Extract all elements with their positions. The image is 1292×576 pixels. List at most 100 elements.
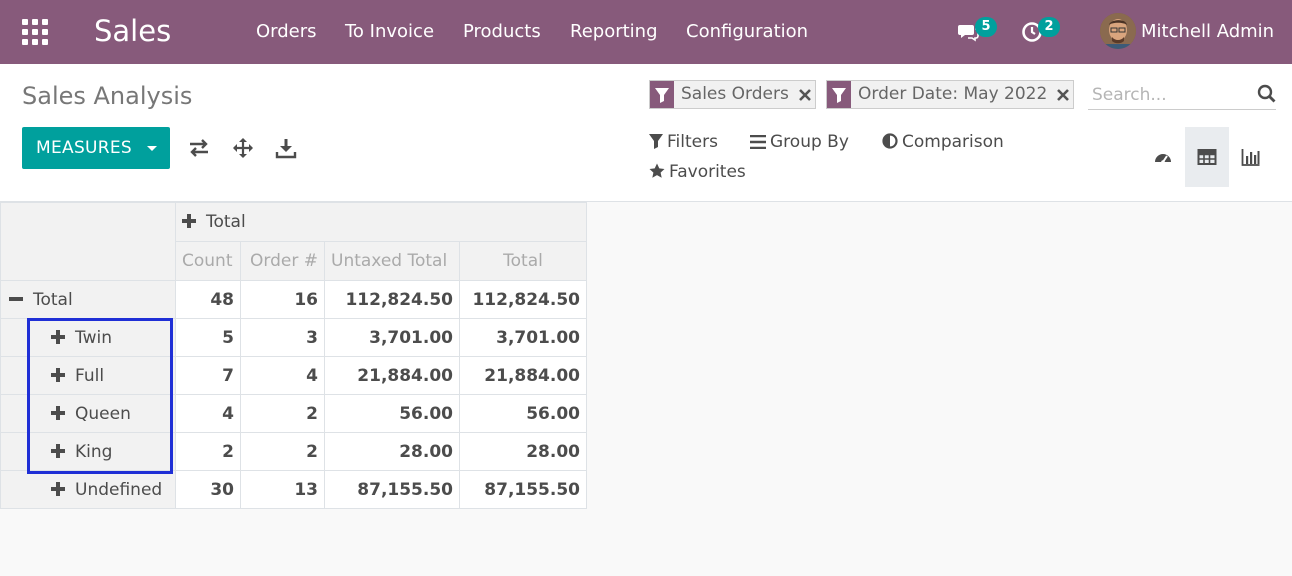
bar-chart-icon <box>1241 149 1260 166</box>
apps-menu-icon[interactable] <box>22 19 48 45</box>
menu-orders[interactable]: Orders <box>256 21 317 42</box>
cell-untaxed-total[interactable]: 56.00 <box>324 394 460 433</box>
row-label: Twin <box>75 327 112 348</box>
top-navbar: Sales Orders To Invoice Products Reporti… <box>0 0 1292 64</box>
cell-order-count[interactable]: 16 <box>240 280 325 319</box>
filters-toggle[interactable]: Filters <box>649 132 718 152</box>
measure-header-order-count[interactable]: Order # <box>240 241 325 281</box>
dashboard-icon <box>1155 154 1171 164</box>
cell-count[interactable]: 48 <box>175 280 241 319</box>
close-icon[interactable] <box>795 81 815 108</box>
row-header-total[interactable]: Total <box>0 280 176 319</box>
groupby-label: Group By <box>770 132 849 152</box>
user-avatar[interactable] <box>1100 13 1136 49</box>
search-icon[interactable] <box>1257 84 1277 104</box>
star-icon <box>649 163 665 178</box>
plus-icon <box>51 443 65 458</box>
facet-label: Sales Orders <box>681 84 789 104</box>
cell-untaxed-total[interactable]: 87,155.50 <box>324 470 460 509</box>
row-label: Total <box>33 289 73 310</box>
cell-total[interactable]: 28.00 <box>459 432 587 471</box>
menu-to-invoice[interactable]: To Invoice <box>345 21 434 42</box>
graph-view-button[interactable] <box>1229 127 1273 187</box>
cell-order-count[interactable]: 4 <box>240 356 325 395</box>
list-icon <box>750 134 766 150</box>
activities-badge: 2 <box>1038 17 1060 37</box>
row-header-twin[interactable]: Twin <box>0 318 176 357</box>
table-row: Full 7 4 21,884.00 21,884.00 <box>0 356 587 395</box>
measure-header-total[interactable]: Total <box>459 241 587 281</box>
cell-count[interactable]: 2 <box>175 432 241 471</box>
facet-label: Order Date: May 2022 <box>858 84 1048 104</box>
measures-button[interactable]: MEASURES <box>22 127 170 169</box>
comparison-label: Comparison <box>902 132 1004 152</box>
comparison-toggle[interactable]: Comparison <box>882 132 1004 152</box>
table-icon <box>1197 149 1217 165</box>
download-icon[interactable] <box>274 136 298 160</box>
cell-untaxed-total[interactable]: 28.00 <box>324 432 460 471</box>
row-header-full[interactable]: Full <box>0 356 176 395</box>
cell-untaxed-total[interactable]: 21,884.00 <box>324 356 460 395</box>
measure-header-untaxed-total[interactable]: Untaxed Total <box>324 241 460 281</box>
app-name[interactable]: Sales <box>94 14 171 48</box>
filters-label: Filters <box>667 132 718 152</box>
table-row: King 2 2 28.00 28.00 <box>0 432 587 471</box>
cell-untaxed-total[interactable]: 112,824.50 <box>324 280 460 319</box>
filter-icon <box>649 134 663 149</box>
favorites-toggle[interactable]: Favorites <box>649 162 746 182</box>
menu-products[interactable]: Products <box>463 21 541 42</box>
table-row: Twin 5 3 3,701.00 3,701.00 <box>0 318 587 357</box>
cell-order-count[interactable]: 2 <box>240 394 325 433</box>
messages-badge: 5 <box>975 17 997 37</box>
dashboard-view-button[interactable] <box>1141 127 1185 187</box>
cell-total[interactable]: 112,824.50 <box>459 280 587 319</box>
plus-icon <box>51 405 65 420</box>
table-row: Total 48 16 112,824.50 112,824.50 <box>0 280 587 319</box>
plus-icon <box>51 329 65 344</box>
filter-icon <box>650 81 674 108</box>
pivot-view-button[interactable] <box>1185 127 1229 187</box>
plus-icon <box>51 367 65 382</box>
row-header-queen[interactable]: Queen <box>0 394 176 433</box>
cell-order-count[interactable]: 2 <box>240 432 325 471</box>
cell-order-count[interactable]: 3 <box>240 318 325 357</box>
cell-total[interactable]: 21,884.00 <box>459 356 587 395</box>
caret-down-icon <box>147 146 157 151</box>
filter-icon <box>827 81 851 108</box>
row-header-undefined[interactable]: Undefined <box>0 470 176 509</box>
menu-reporting[interactable]: Reporting <box>570 21 658 42</box>
row-label: Full <box>75 365 105 386</box>
cell-count[interactable]: 30 <box>175 470 241 509</box>
row-header-king[interactable]: King <box>0 432 176 471</box>
cell-untaxed-total[interactable]: 3,701.00 <box>324 318 460 357</box>
cell-count[interactable]: 7 <box>175 356 241 395</box>
expand-all-icon[interactable] <box>231 136 255 160</box>
measure-header-count[interactable]: Count <box>175 241 241 281</box>
search-input[interactable] <box>1088 80 1276 110</box>
plus-icon <box>51 481 65 496</box>
cell-total[interactable]: 87,155.50 <box>459 470 587 509</box>
user-menu[interactable]: Mitchell Admin <box>1141 21 1274 42</box>
favorites-label: Favorites <box>669 162 746 182</box>
facet-sales-orders: Sales Orders <box>649 80 816 109</box>
close-icon[interactable] <box>1053 81 1073 108</box>
pivot-table: Total Count Order # Untaxed Total Total … <box>0 202 587 509</box>
flip-axis-icon[interactable] <box>187 136 211 160</box>
cell-order-count[interactable]: 13 <box>240 470 325 509</box>
adjust-icon <box>882 133 898 149</box>
col-header-total[interactable]: Total <box>175 202 587 242</box>
plus-icon <box>182 214 196 228</box>
table-row: Undefined 30 13 87,155.50 87,155.50 <box>0 470 587 509</box>
facet-order-date: Order Date: May 2022 <box>826 80 1075 109</box>
menu-configuration[interactable]: Configuration <box>686 21 808 42</box>
pivot-corner <box>0 202 176 281</box>
row-label: Queen <box>75 403 131 424</box>
groupby-toggle[interactable]: Group By <box>750 132 849 152</box>
cell-count[interactable]: 4 <box>175 394 241 433</box>
cell-count[interactable]: 5 <box>175 318 241 357</box>
row-label: King <box>75 441 113 462</box>
row-label: Undefined <box>75 479 163 500</box>
page-title: Sales Analysis <box>22 82 193 110</box>
cell-total[interactable]: 56.00 <box>459 394 587 433</box>
cell-total[interactable]: 3,701.00 <box>459 318 587 357</box>
